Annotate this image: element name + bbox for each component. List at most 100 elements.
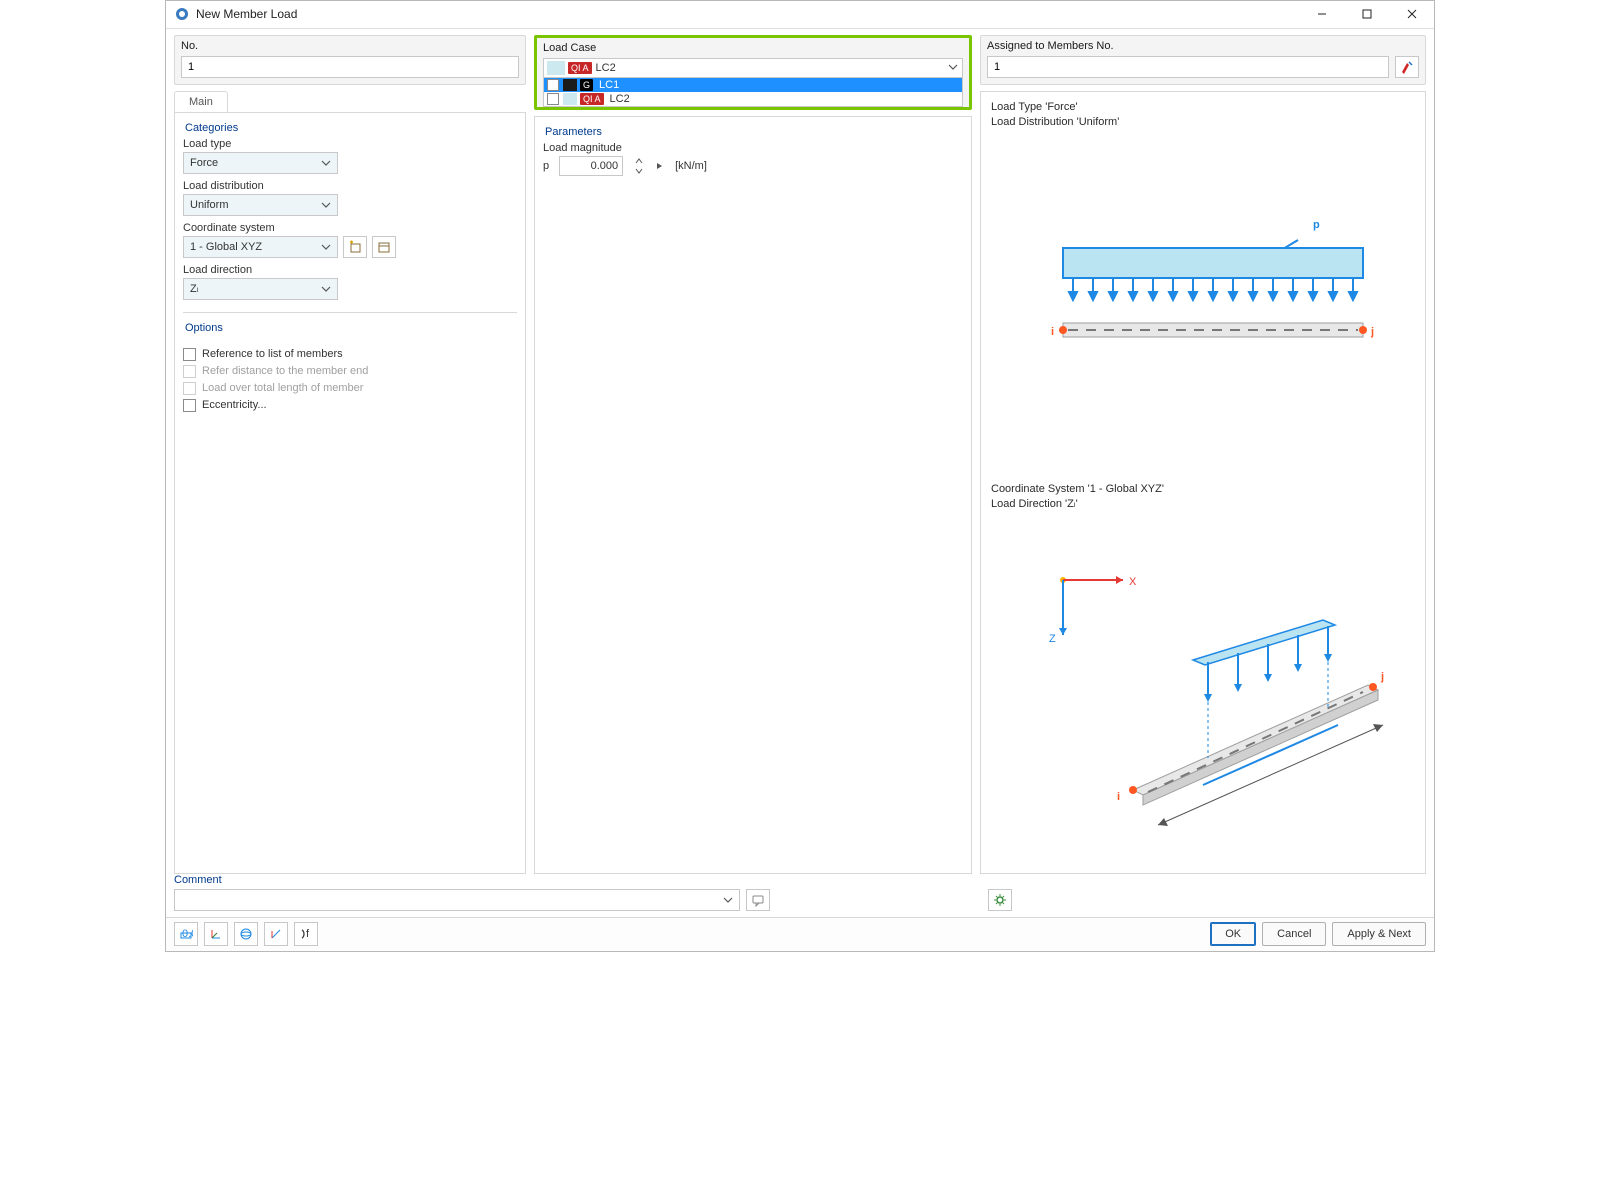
- window-title: New Member Load: [196, 7, 1299, 21]
- close-button[interactable]: [1389, 1, 1434, 28]
- node-i-1: i: [1051, 326, 1054, 338]
- tool-view-button[interactable]: [234, 922, 258, 946]
- opt-eccentricity[interactable]: Eccentricity...: [183, 399, 517, 412]
- assigned-label: Assigned to Members No.: [987, 40, 1419, 52]
- script-icon: f: [299, 927, 313, 941]
- parameters-panel: Parameters Load magnitude p 0.000 [kN/m]: [534, 116, 972, 874]
- preview-caption-2: Coordinate System '1 - Global XYZ'Load D…: [991, 482, 1415, 512]
- maximize-button[interactable]: [1344, 1, 1389, 28]
- svg-text:0.00: 0.00: [182, 928, 193, 940]
- axis-z: Z: [1049, 633, 1056, 645]
- load-type-value: Force: [190, 157, 218, 169]
- load-case-swatch: [547, 61, 565, 75]
- node-j-1: j: [1370, 326, 1374, 338]
- color-swatch: [563, 79, 577, 91]
- opt-refer-distance: Refer distance to the member end: [183, 365, 517, 378]
- axis-x: X: [1129, 576, 1137, 588]
- load-dist-value: Uniform: [190, 199, 229, 211]
- axes-icon: [209, 927, 223, 941]
- apply-next-button[interactable]: Apply & Next: [1332, 922, 1426, 946]
- tab-main[interactable]: Main: [174, 91, 228, 113]
- no-label: No.: [181, 40, 519, 52]
- load-case-option-lc1[interactable]: G LC1: [544, 78, 962, 92]
- load-type-select[interactable]: Force: [183, 152, 338, 174]
- lc-name: LC1: [597, 79, 619, 91]
- lc-tag: G: [580, 79, 593, 91]
- svg-text:f: f: [306, 928, 310, 940]
- opt-load-total-length: Load over total length of member: [183, 382, 517, 395]
- no-field[interactable]: [181, 56, 519, 78]
- arrow-right-icon[interactable]: [655, 161, 665, 171]
- ok-button[interactable]: OK: [1210, 922, 1256, 946]
- pick-icon: [1400, 60, 1414, 74]
- param-symbol: p: [543, 160, 549, 172]
- load-magnitude-input[interactable]: 0.000: [559, 156, 623, 176]
- new-icon: [348, 240, 362, 254]
- load-case-combo[interactable]: QI A LC2: [543, 58, 963, 78]
- preview-diagram-uniform: p: [991, 133, 1415, 482]
- library-icon: [377, 240, 391, 254]
- load-dist-select[interactable]: Uniform: [183, 194, 338, 216]
- tool-units-button[interactable]: 0.00: [174, 922, 198, 946]
- minimize-button[interactable]: [1299, 1, 1344, 28]
- node-i-2: i: [1117, 791, 1120, 803]
- checkbox-icon: [183, 365, 196, 378]
- load-case-option-lc2[interactable]: QI A LC2: [544, 92, 962, 106]
- chevron-down-icon: [321, 285, 331, 293]
- spin-up-button[interactable]: [633, 156, 645, 166]
- load-case-tag: QI A: [568, 62, 592, 74]
- coord-sys-select[interactable]: 1 - Global XYZ: [183, 236, 338, 258]
- load-magnitude-label: Load magnitude: [543, 142, 963, 154]
- gear-icon: [993, 893, 1007, 907]
- divider: [183, 312, 517, 313]
- load-case-label: Load Case: [543, 42, 963, 54]
- globe-icon: [239, 927, 253, 941]
- tab-main-content: Categories Load type Force Load distribu…: [174, 112, 526, 874]
- options-title: Options: [185, 322, 517, 334]
- parameters-title: Parameters: [545, 126, 963, 138]
- spin-down-button[interactable]: [633, 166, 645, 176]
- edit-coord-sys-button[interactable]: [372, 236, 396, 258]
- load-type-label: Load type: [183, 138, 517, 150]
- local-axes-icon: [269, 927, 283, 941]
- no-input[interactable]: [188, 61, 512, 73]
- chevron-down-icon: [321, 201, 331, 209]
- assigned-input[interactable]: [994, 61, 1382, 73]
- param-unit: [kN/m]: [675, 160, 707, 172]
- comment-edit-button[interactable]: [746, 889, 770, 911]
- cancel-button[interactable]: Cancel: [1262, 922, 1326, 946]
- checkbox-icon: [183, 382, 196, 395]
- tabs: Main: [174, 91, 526, 113]
- preview-settings-button[interactable]: [988, 889, 1012, 911]
- assigned-field[interactable]: [987, 56, 1389, 78]
- checkbox-icon: [183, 399, 196, 412]
- comment-select[interactable]: [174, 889, 740, 911]
- node-j-2: j: [1380, 671, 1384, 683]
- chevron-down-icon: [723, 896, 733, 904]
- comment-icon: [751, 893, 765, 907]
- load-dir-label: Load direction: [183, 264, 517, 276]
- load-dir-select[interactable]: Zₗ: [183, 278, 338, 300]
- load-case-selected: LC2: [596, 62, 616, 74]
- opt-ref-members[interactable]: Reference to list of members: [183, 348, 517, 361]
- new-coord-sys-button[interactable]: [343, 236, 367, 258]
- coord-sys-label: Coordinate system: [183, 222, 517, 234]
- tool-local-button[interactable]: [264, 922, 288, 946]
- pick-members-button[interactable]: [1395, 56, 1419, 78]
- p-label: p: [1313, 219, 1320, 231]
- load-dist-label: Load distribution: [183, 180, 517, 192]
- assigned-group: Assigned to Members No.: [980, 35, 1426, 85]
- color-swatch: [563, 93, 577, 105]
- categories-title: Categories: [185, 122, 517, 134]
- tool-coord-button[interactable]: [204, 922, 228, 946]
- comment-label: Comment: [174, 874, 770, 886]
- preview-caption-1: Load Type 'Force'Load Distribution 'Unif…: [991, 100, 1415, 130]
- bottom-bar: 0.00 f OK Cancel Apply & Next: [166, 917, 1434, 951]
- no-group: No.: [174, 35, 526, 85]
- lc-name: LC2: [608, 93, 630, 105]
- chevron-up-icon: [635, 158, 643, 164]
- checkbox-icon: [183, 348, 196, 361]
- chevron-down-icon: [635, 168, 643, 174]
- chevron-down-icon: [948, 63, 958, 71]
- tool-script-button[interactable]: f: [294, 922, 318, 946]
